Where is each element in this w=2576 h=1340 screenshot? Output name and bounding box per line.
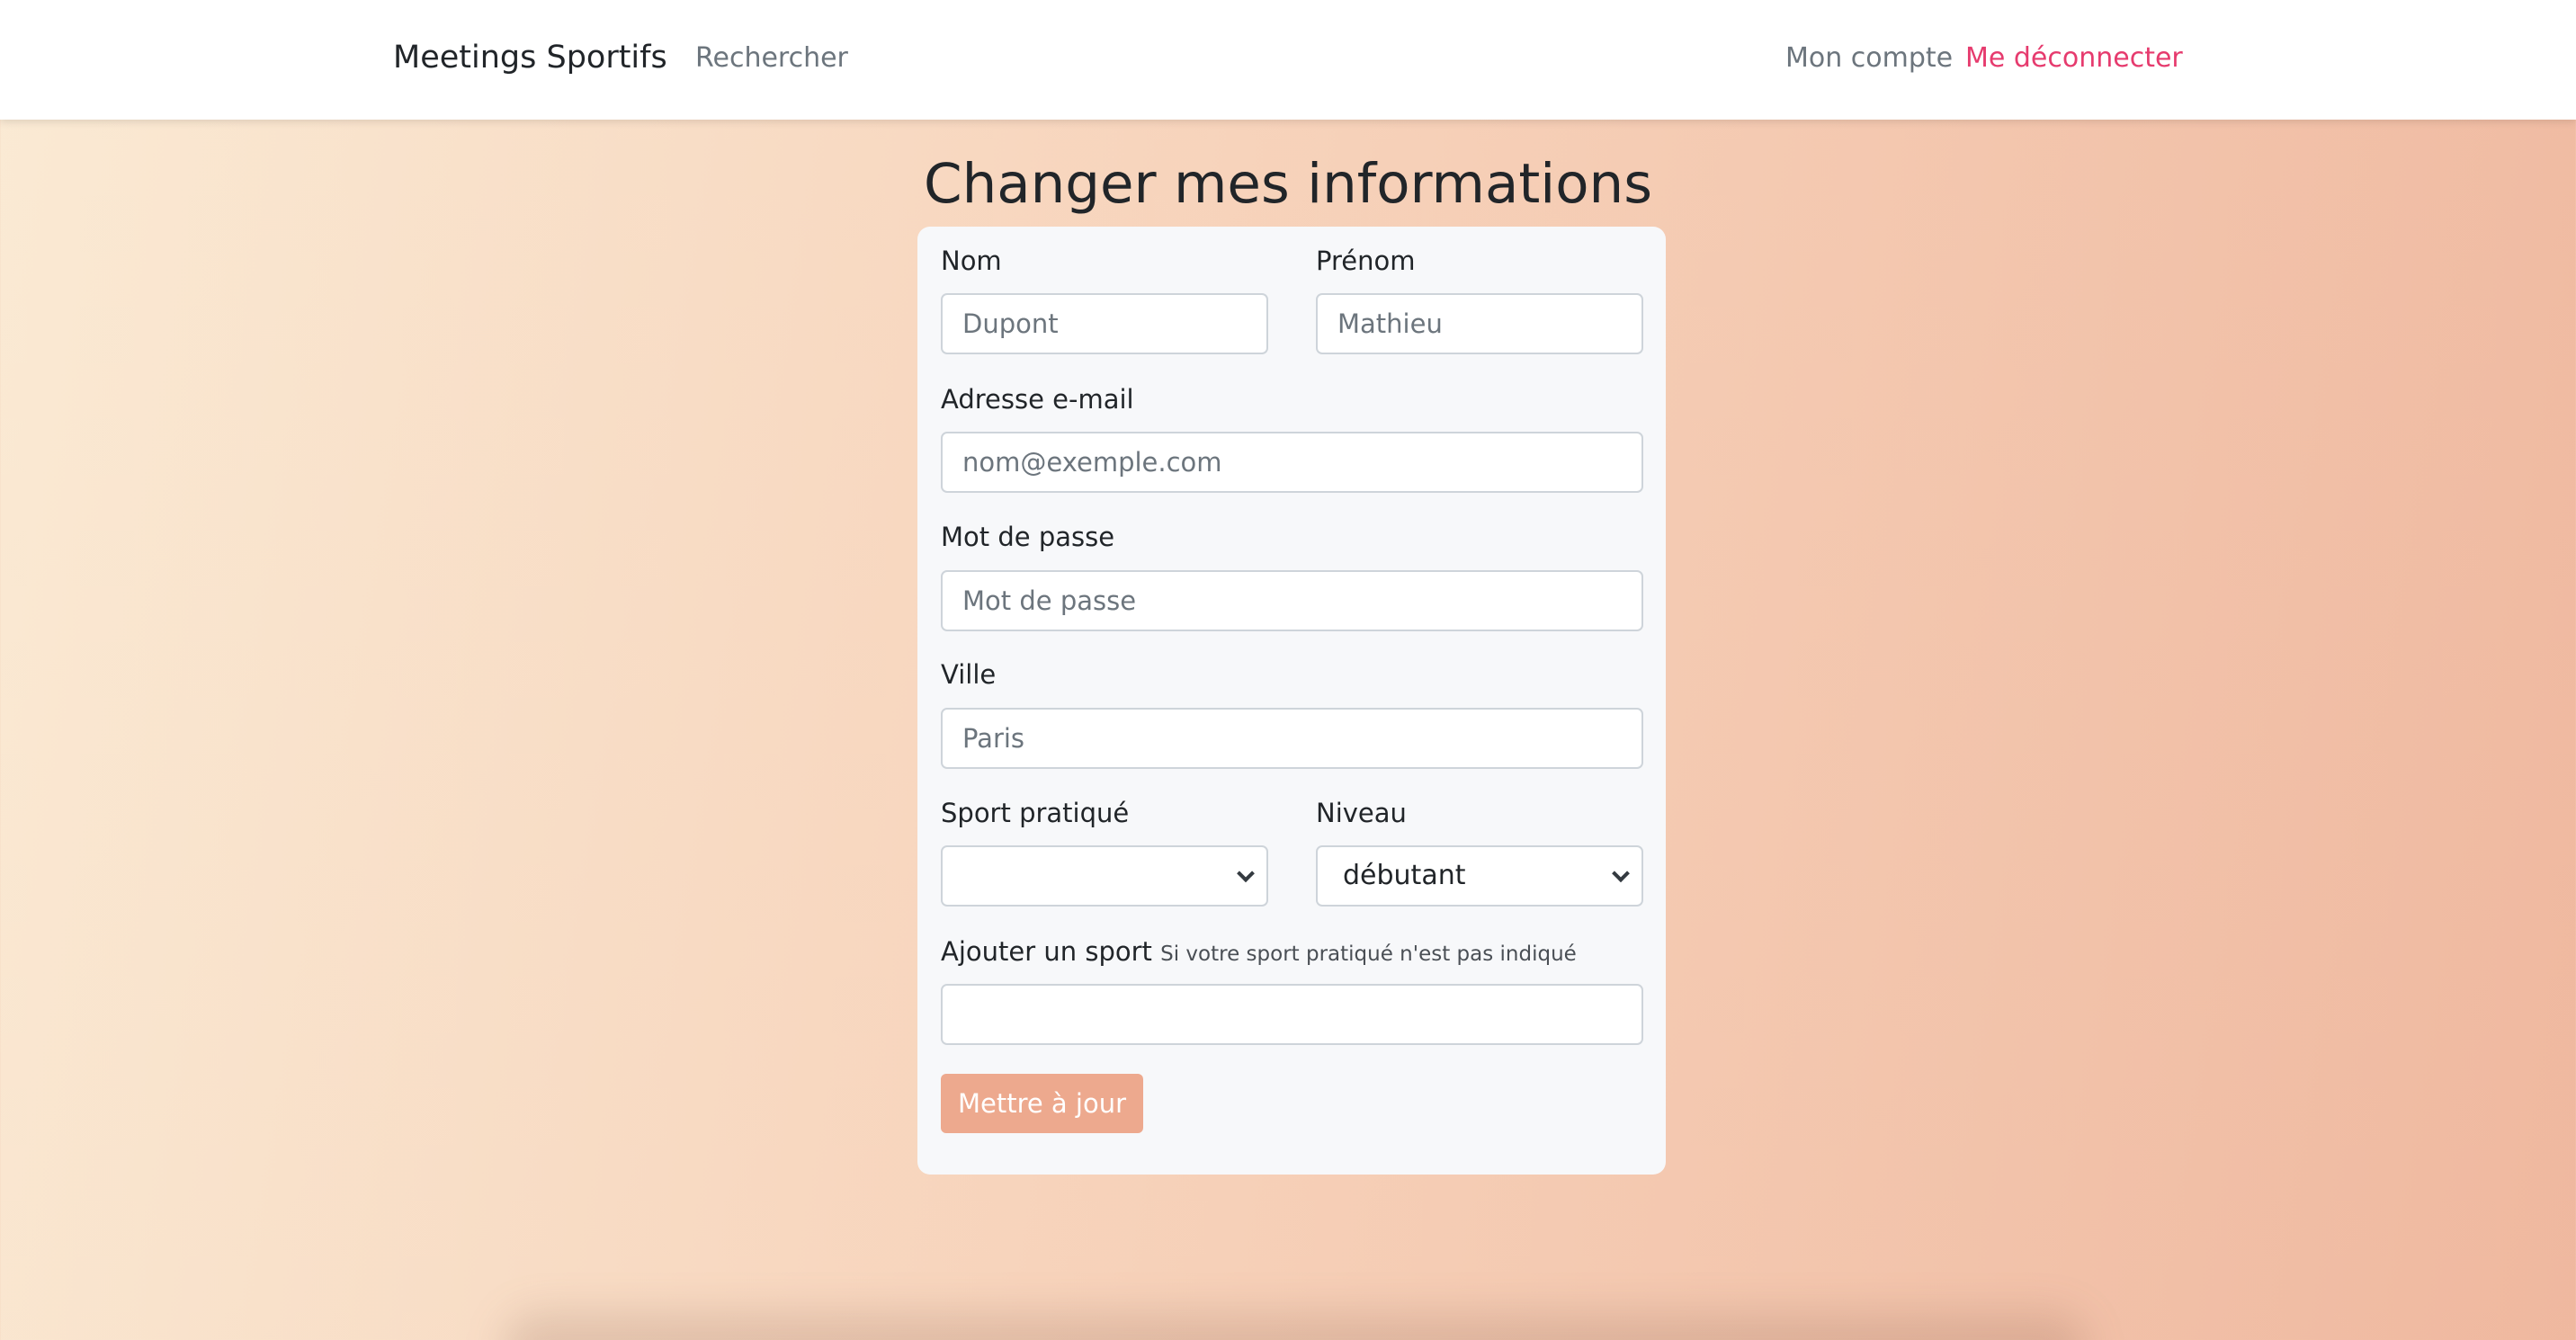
ville-label: Ville [941, 659, 997, 690]
sport-label: Sport pratiqué [941, 798, 1130, 828]
nav-link-account[interactable]: Mon compte [1785, 36, 1953, 81]
nom-label: Nom [941, 246, 1002, 276]
update-button[interactable]: Mettre à jour [941, 1074, 1143, 1133]
bottom-shadow [504, 1313, 2087, 1340]
chevron-down-icon [1612, 864, 1630, 883]
ville-input[interactable] [941, 708, 1643, 769]
chevron-down-icon [1237, 864, 1255, 883]
password-label: Mot de passe [941, 522, 1115, 552]
email-label: Adresse e-mail [941, 384, 1134, 415]
sport-select[interactable] [941, 845, 1268, 907]
niveau-select-value: débutant [1343, 860, 1466, 891]
add-sport-label-text: Ajouter un sport [941, 936, 1152, 967]
prenom-label: Prénom [1316, 246, 1416, 276]
email-input[interactable] [941, 432, 1643, 493]
add-sport-label: Ajouter un sport Si votre sport pratiqué… [941, 934, 1577, 972]
add-sport-input[interactable] [941, 984, 1643, 1045]
niveau-select[interactable]: débutant [1316, 845, 1643, 907]
add-sport-hint: Si votre sport pratiqué n'est pas indiqu… [1160, 942, 1577, 966]
profile-form-card: Nom Prénom Adresse e-mail Mot de passe V… [917, 227, 1666, 1175]
prenom-input[interactable] [1316, 293, 1643, 354]
nav-link-logout[interactable]: Me déconnecter [1965, 36, 2183, 81]
password-input[interactable] [941, 570, 1643, 631]
brand-logo-text[interactable]: Meetings Sportifs [393, 32, 667, 83]
page-title: Changer mes informations [924, 152, 1652, 216]
navbar: Meetings Sportifs Rechercher Mon compte … [0, 0, 2576, 120]
nav-link-search[interactable]: Rechercher [695, 36, 848, 81]
nom-input[interactable] [941, 293, 1268, 354]
niveau-label: Niveau [1316, 798, 1407, 828]
